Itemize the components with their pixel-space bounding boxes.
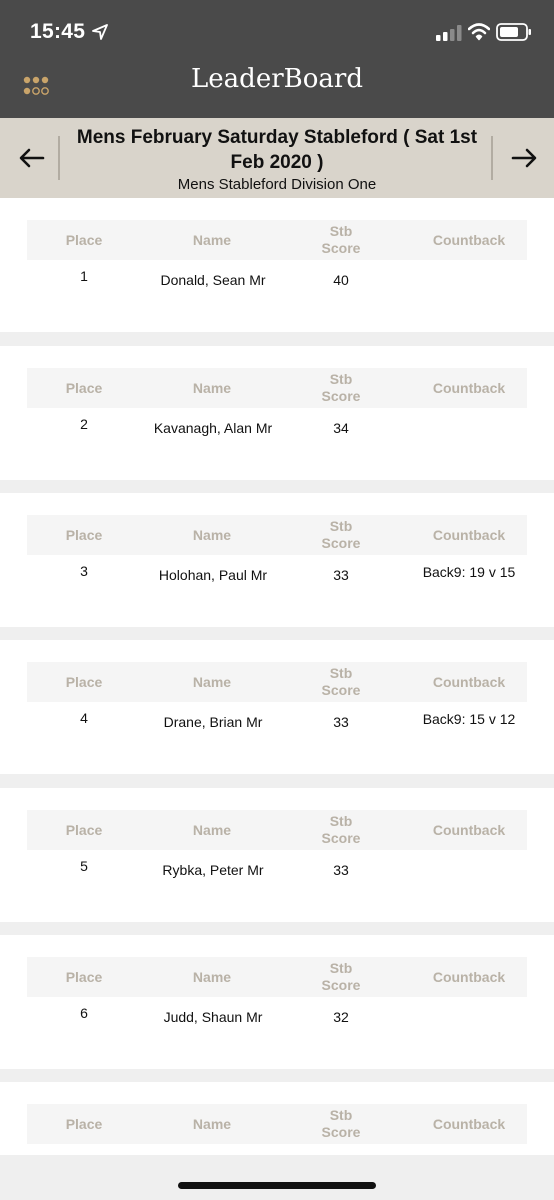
next-arrow-icon[interactable] [508,142,540,174]
home-indicator[interactable] [178,1182,376,1189]
header-name: Name [192,380,232,396]
header-name: Name [192,1116,232,1132]
previous-arrow-icon[interactable] [16,142,48,174]
header-divider-right [491,136,493,180]
result-card: Place Name Stb Score Countback 3 Holohan, Pau… [0,493,554,627]
cellular-signal-icon [436,25,462,41]
result-place: 2 [80,416,88,432]
result-place: 3 [80,563,88,579]
competition-header: Mens February Saturday Stableford ( Sat … [0,118,554,198]
header-score: Stb Score [321,518,361,551]
location-arrow-icon [92,24,108,40]
header-score: Stb Score [321,665,361,698]
result-score: 33 [333,714,349,730]
header-place: Place [65,822,103,838]
result-table-header: Place Name Stb Score Countback [27,662,527,702]
result-countback: Back9: 15 v 12 [422,711,516,727]
status-time: 15:45 [30,20,86,43]
result-name: Kavanagh, Alan Mr [153,420,273,436]
result-card: Place Name Stb Score Countback 2 Kavanagh, Al… [0,346,554,480]
header-place: Place [65,232,103,248]
competition-division: Mens Stableford Division One [177,176,377,193]
result-table-header: Place Name Stb Score Countback [27,1104,527,1144]
result-name: Drane, Brian Mr [163,714,263,730]
battery-icon [496,23,531,41]
header-score: Stb Score [321,813,361,846]
result-table-header: Place Name Stb Score Countback [27,220,527,260]
wifi-icon [468,23,490,41]
result-name: Holohan, Paul Mr [158,567,268,583]
header-name: Name [192,232,232,248]
result-place: 4 [80,710,88,726]
result-table-header: Place Name Stb Score Countback [27,957,527,997]
competition-title: Mens February Saturday Stableford ( Sat … [76,127,478,173]
result-score: 33 [333,567,349,583]
result-card: Place Name Stb Score Countback 6 Judd, Shaun … [0,935,554,1069]
header-place: Place [65,674,103,690]
result-name: Donald, Sean Mr [160,272,266,288]
result-score: 32 [333,1009,349,1025]
header-score: Stb Score [321,371,361,404]
result-table-header: Place Name Stb Score Countback [27,515,527,555]
header-name: Name [192,822,232,838]
header-countback: Countback [432,822,506,838]
result-card: Place Name Stb Score Countback 5 Rybka, Peter… [0,788,554,922]
header-countback: Countback [432,232,506,248]
result-place: 5 [80,858,88,874]
result-card: Place Name Stb Score Countback 1 Donald, Sean… [0,198,554,332]
result-score: 33 [333,862,349,878]
header-name: Name [192,969,232,985]
result-name: Rybka, Peter Mr [162,862,264,878]
leaderboard-screen: 15:45 LeaderBoard Mens February Saturday… [0,0,554,1200]
header-place: Place [65,527,103,543]
header-countback: Countback [432,969,506,985]
result-name: Judd, Shaun Mr [163,1009,263,1025]
header-countback: Countback [432,1116,506,1132]
header-score: Stb Score [321,1107,361,1140]
header-score: Stb Score [321,223,361,256]
result-countback: Back9: 19 v 15 [422,564,516,580]
header-countback: Countback [432,527,506,543]
result-score: 34 [333,420,349,436]
top-bar: 15:45 LeaderBoard [0,0,554,118]
result-card: Place Name Stb Score Countback 4 Drane, Brian… [0,640,554,774]
header-countback: Countback [432,674,506,690]
header-score: Stb Score [321,960,361,993]
result-place: 6 [80,1005,88,1021]
header-divider-left [58,136,60,180]
result-table-header: Place Name Stb Score Countback [27,368,527,408]
result-place: 1 [80,268,88,284]
bottom-safe-area [0,1155,554,1200]
header-place: Place [65,1116,103,1132]
header-name: Name [192,674,232,690]
header-place: Place [65,380,103,396]
result-table-header: Place Name Stb Score Countback [27,810,527,850]
header-place: Place [65,969,103,985]
header-name: Name [192,527,232,543]
header-countback: Countback [432,380,506,396]
result-score: 40 [333,272,349,288]
app-title: LeaderBoard [191,64,363,94]
